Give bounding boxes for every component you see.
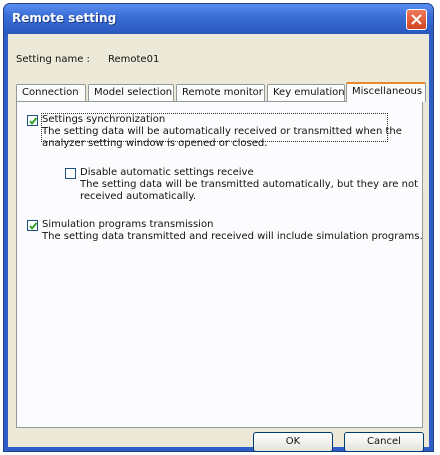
tab-label: Model selection [94, 87, 173, 98]
miscellaneous-panel: Settings synchronization The setting dat… [16, 101, 423, 428]
tab-label: Key emulation [273, 87, 345, 98]
tab-key-emulation[interactable]: Key emulation [267, 84, 345, 101]
sim-programs-label[interactable]: Simulation programs transmission [42, 219, 213, 230]
disable-receive-description: The setting data will be transmitted aut… [80, 179, 418, 202]
ok-button[interactable]: OK [253, 432, 333, 452]
settings-sync-checkbox[interactable] [27, 115, 38, 126]
settings-sync-label[interactable]: Settings synchronization [42, 114, 165, 125]
checkmark-icon [29, 117, 38, 125]
close-button[interactable] [406, 9, 427, 30]
tab-label: Connection [22, 87, 79, 98]
sim-programs-checkbox[interactable] [27, 220, 38, 231]
setting-name-value: Remote01 [108, 54, 160, 65]
setting-name-label: Setting name : [16, 54, 90, 65]
tab-connection[interactable]: Connection [16, 84, 86, 101]
settings-sync-description: The setting data will be automatically r… [42, 126, 402, 149]
window-title: Remote setting [12, 11, 117, 25]
tab-miscellaneous[interactable]: Miscellaneous [346, 82, 426, 102]
tab-model-selection[interactable]: Model selection [88, 84, 174, 101]
tab-label: Miscellaneous [352, 86, 423, 97]
tab-strip: Connection Model selection Remote monito… [16, 82, 426, 102]
checkmark-icon [29, 222, 38, 230]
disable-receive-checkbox[interactable] [65, 168, 76, 179]
sim-programs-description: The setting data transmitted and receive… [42, 231, 423, 242]
close-icon [411, 14, 422, 25]
dialog-client-area: Setting name : Remote01 Connection Model… [8, 34, 429, 452]
tab-remote-monitor[interactable]: Remote monitor [176, 84, 265, 101]
tab-label: Remote monitor [182, 87, 263, 98]
title-bar[interactable]: Remote setting [4, 4, 433, 34]
disable-receive-label[interactable]: Disable automatic settings receive [80, 167, 254, 178]
cancel-button[interactable]: Cancel [344, 432, 424, 452]
remote-setting-window: Remote setting Setting name : Remote01 C… [4, 4, 433, 452]
